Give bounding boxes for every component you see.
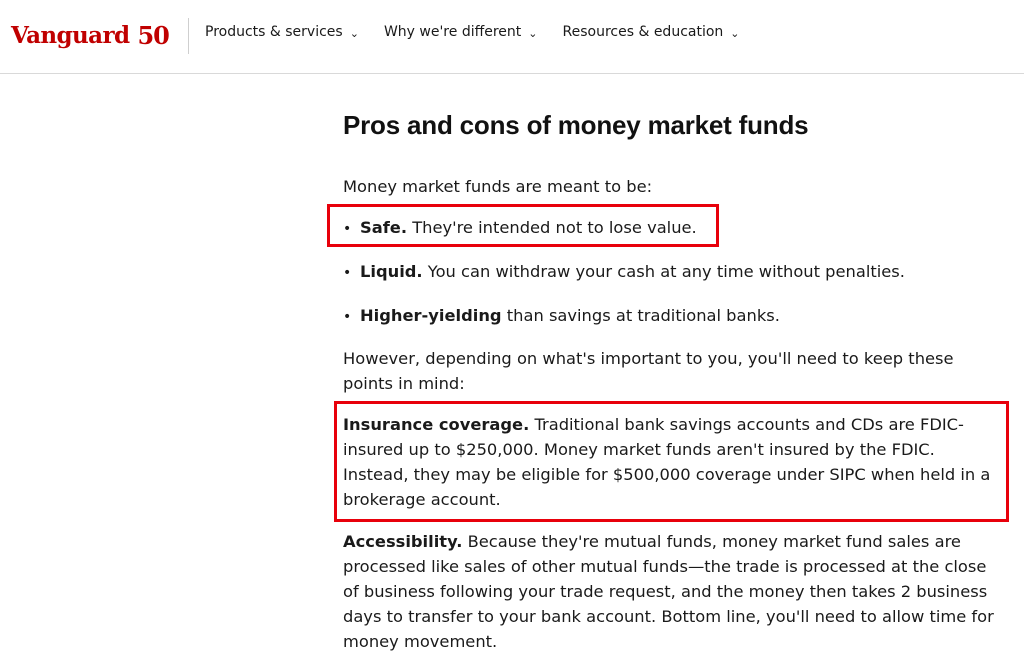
site-header: Vanguard 50 Products & services ⌄ Why we… <box>0 0 1024 74</box>
article-title: Pros and cons of money market funds <box>343 110 809 140</box>
nav-label: Products & services <box>205 24 343 40</box>
bullet-bold: Safe. <box>360 218 408 237</box>
chevron-down-icon: ⌄ <box>349 26 359 40</box>
bullet-icon: • <box>343 265 352 281</box>
bullet-text: They're intended not to lose value. <box>407 218 697 237</box>
accessibility-heading: Accessibility. <box>343 532 463 551</box>
header-divider <box>188 18 189 54</box>
nav-label: Resources & education <box>562 24 724 40</box>
bullet-text: You can withdraw your cash at any time w… <box>422 262 905 281</box>
chevron-down-icon: ⌄ <box>528 26 538 40</box>
nav-products-services[interactable]: Products & services ⌄ <box>205 24 359 40</box>
nav-why-different[interactable]: Why we're different ⌄ <box>384 24 538 40</box>
chevron-down-icon: ⌄ <box>730 26 740 40</box>
bullet-icon: • <box>343 309 352 325</box>
bullet-icon: • <box>343 221 352 237</box>
intro-text: Money market funds are meant to be: <box>343 177 653 196</box>
logo-wordmark: Vanguard <box>11 21 130 49</box>
accessibility-paragraph: Accessibility. Because they're mutual fu… <box>343 529 1003 654</box>
article-body: Pros and cons of money market funds Mone… <box>343 100 1003 651</box>
bullet-bold: Liquid. <box>360 262 423 281</box>
nav-label: Why we're different <box>383 24 522 40</box>
list-item: • Safe. They're intended not to lose valu… <box>343 215 697 242</box>
however-paragraph: However, depending on what's important t… <box>343 349 954 393</box>
main-nav: Products & services ⌄ Why we're differen… <box>205 24 765 40</box>
nav-resources-education[interactable]: Resources & education ⌄ <box>563 24 740 40</box>
bullet-bold: Higher-yielding <box>360 306 502 325</box>
list-item: • Higher-yielding than savings at traditi… <box>343 303 780 330</box>
vanguard-logo[interactable]: Vanguard 50 <box>11 20 170 50</box>
insurance-heading: Insurance coverage. <box>343 415 530 434</box>
bullet-text: than savings at traditional banks. <box>501 306 780 325</box>
logo-50-badge: 50 <box>137 20 169 50</box>
insurance-paragraph: Insurance coverage. Traditional bank sav… <box>343 412 1003 512</box>
list-item: • Liquid. You can withdraw your cash at a… <box>343 259 905 286</box>
